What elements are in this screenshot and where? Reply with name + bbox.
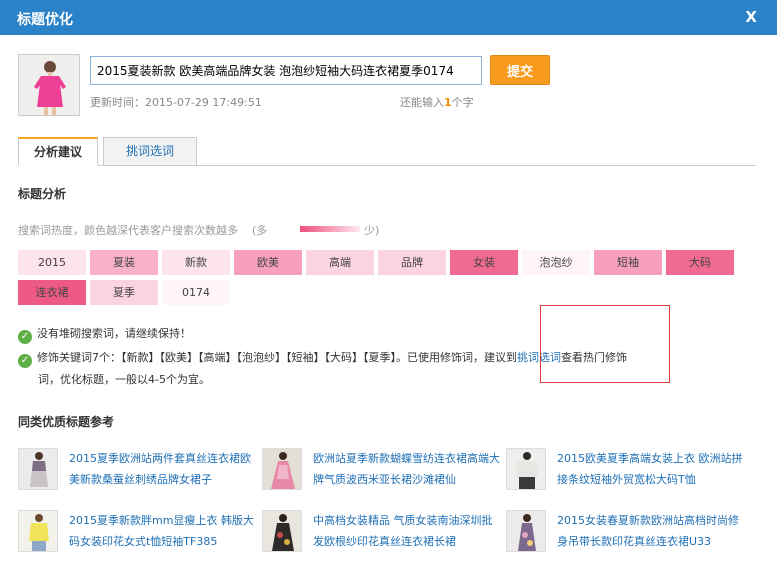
keyword-chip: 短袖 xyxy=(594,250,662,275)
message-text: 修饰关键词7个：【新款】【欧美】【高端】【泡泡纱】【短袖】【大码】【夏季】。已使… xyxy=(37,351,517,364)
legend-description: 搜索词热度，颜色越深代表客户搜索次数越多 xyxy=(18,224,238,237)
reference-title[interactable]: 欧洲站夏季新款蝴蝶雪纺连衣裙高端大牌气质波西米亚长裙沙滩裙仙 xyxy=(313,448,503,490)
tab-analysis[interactable]: 分析建议 xyxy=(18,137,98,166)
keyword-chip: 夏季 xyxy=(90,280,158,305)
tab-keyword-picker[interactable]: 挑词选词 xyxy=(103,137,197,166)
tab-bar: 分析建议 挑词选词 xyxy=(18,137,756,166)
keyword-chip: 夏装 xyxy=(90,250,158,275)
keyword-chip: 女装 xyxy=(450,250,518,275)
keyword-chip: 泡泡纱 xyxy=(522,250,590,275)
reference-thumbnail xyxy=(262,510,302,552)
message-text: 词，优化标题，一般以4-5个为宜。 xyxy=(38,373,210,386)
heat-legend-bar xyxy=(300,226,360,232)
submit-button[interactable]: 提交 xyxy=(490,55,550,85)
heat-legend-text: 搜索词热度，颜色越深代表客户搜索次数越多 (多 xyxy=(18,222,267,238)
reference-title[interactable]: 中高档女装精品 气质女装南油深圳批发欧根纱印花真丝连衣裙长裙 xyxy=(313,510,503,552)
remaining-prefix: 还能输入 xyxy=(400,96,444,109)
check-icon: ✓ xyxy=(18,330,32,344)
keyword-chip: 欧美 xyxy=(234,250,302,275)
keyword-chip: 高端 xyxy=(306,250,374,275)
updated-time: 更新时间：2015-07-29 17:49:51 xyxy=(90,96,262,109)
reference-thumbnail xyxy=(506,448,546,490)
dialog-titlebar: 标题优化 X xyxy=(0,0,777,35)
check-icon: ✓ xyxy=(18,354,32,368)
reference-item[interactable]: 2015夏季欧洲站两件套真丝连衣裙欧美新款桑蚕丝刺绣品牌女裙子 xyxy=(18,448,258,490)
keyword-chip: 新款 xyxy=(162,250,230,275)
legend-more: (多 xyxy=(252,224,268,237)
reference-title[interactable]: 2015夏季新款胖mm显瘦上衣 韩版大码女装印花女式t恤短袖TF385 xyxy=(69,510,259,552)
product-thumbnail xyxy=(18,54,80,116)
keyword-chip: 2015 xyxy=(18,250,86,275)
close-icon[interactable]: X xyxy=(745,8,757,26)
keyword-chip: 品牌 xyxy=(378,250,446,275)
reference-item[interactable]: 2015欧美夏季高端女装上衣 欧洲站拼接条纹短袖外贸宽松大码T恤 xyxy=(506,448,746,490)
keyword-chip: 大码 xyxy=(666,250,734,275)
remaining-suffix: 个字 xyxy=(451,96,474,109)
dialog-title: 标题优化 xyxy=(17,12,73,28)
reference-item[interactable]: 欧洲站夏季新款蝴蝶雪纺连衣裙高端大牌气质波西米亚长裙沙滩裙仙 xyxy=(262,448,502,490)
reference-item[interactable]: 2015女装春夏新款欧洲站高档时尚修身吊带长款印花真丝连衣裙U33 xyxy=(506,510,746,552)
legend-less: 少) xyxy=(364,224,380,237)
reference-thumbnail xyxy=(262,448,302,490)
title-input[interactable] xyxy=(90,56,482,85)
remaining-chars: 还能输入1个字 xyxy=(400,94,474,110)
reference-thumbnail xyxy=(18,448,58,490)
reference-item[interactable]: 2015夏季新款胖mm显瘦上衣 韩版大码女装印花女式t恤短袖TF385 xyxy=(18,510,258,552)
reference-item[interactable]: 中高档女装精品 气质女装南油深圳批发欧根纱印花真丝连衣裙长裙 xyxy=(262,510,502,552)
message-no-stuffing: ✓ 没有堆砌搜索词，请继续保持！ xyxy=(18,323,191,345)
keyword-chip: 0174 xyxy=(162,280,230,305)
message-text: 没有堆砌搜索词，请继续保持！ xyxy=(37,327,191,340)
reference-thumbnail xyxy=(506,510,546,552)
keyword-chip: 连衣裙 xyxy=(18,280,86,305)
reference-thumbnail xyxy=(18,510,58,552)
reference-heading: 同类优质标题参考 xyxy=(18,415,115,429)
reference-title[interactable]: 2015夏季欧洲站两件套真丝连衣裙欧美新款桑蚕丝刺绣品牌女裙子 xyxy=(69,448,259,490)
reference-title[interactable]: 2015女装春夏新款欧洲站高档时尚修身吊带长款印花真丝连衣裙U33 xyxy=(557,510,747,552)
analysis-heading: 标题分析 xyxy=(18,187,67,201)
highlight-box xyxy=(540,305,670,383)
reference-title[interactable]: 2015欧美夏季高端女装上衣 欧洲站拼接条纹短袖外贸宽松大码T恤 xyxy=(557,448,747,490)
remaining-count: 1 xyxy=(444,96,452,109)
